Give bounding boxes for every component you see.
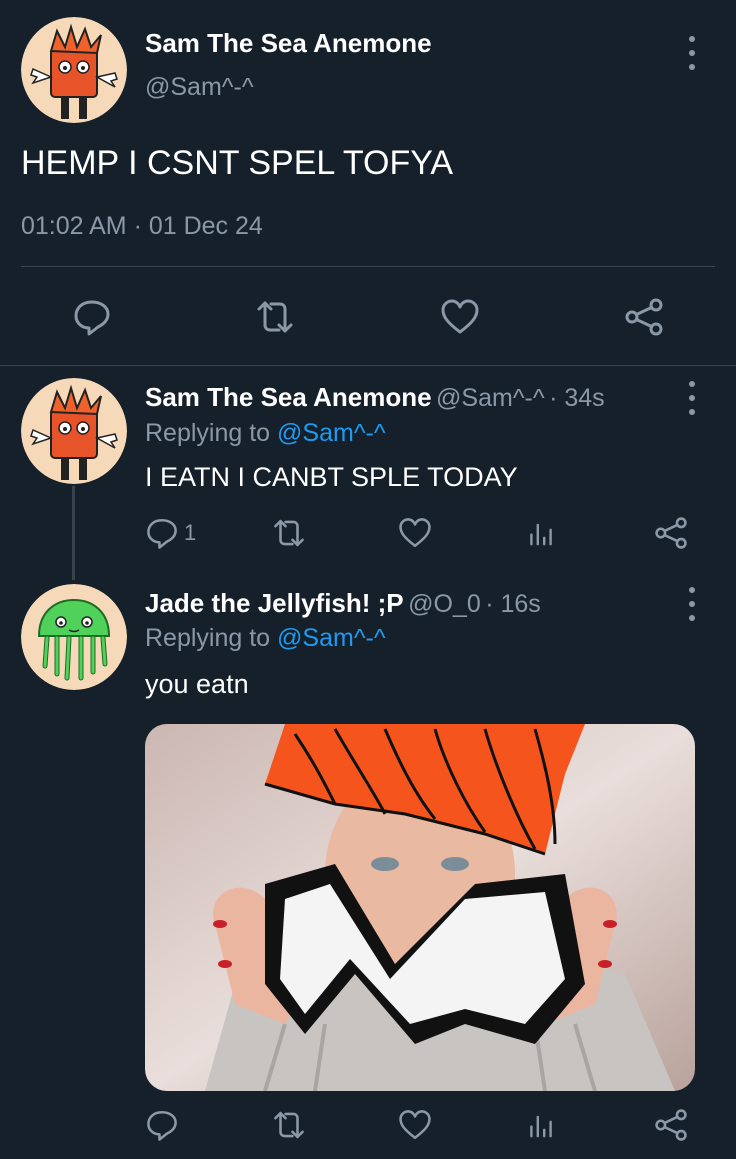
avatar-sam[interactable] — [21, 378, 127, 484]
replying-to-label: Replying to — [145, 419, 271, 447]
more-options-icon[interactable] — [682, 36, 702, 70]
divider — [0, 365, 736, 366]
main-tweet-text: HEMP I CSNT SPEL TOFYA — [21, 144, 454, 182]
reply-2-time[interactable]: · 16s — [485, 590, 541, 618]
main-handle[interactable]: @Sam^-^ — [145, 73, 254, 102]
divider — [21, 266, 715, 267]
reply-1-replying-to: Replying to @Sam^-^ — [145, 419, 386, 448]
retweet-icon[interactable] — [272, 1108, 306, 1142]
reply-1-time[interactable]: · 34s — [549, 384, 605, 412]
reply-icon[interactable] — [145, 1108, 179, 1142]
reply-1-header: Sam The Sea Anemone @Sam^-^ · 34s — [145, 382, 605, 413]
reply-2-replying-to: Replying to @Sam^-^ — [145, 624, 386, 653]
reply-1-handle[interactable]: @Sam^-^ — [436, 384, 545, 412]
reply-2-handle[interactable]: @O_0 — [408, 590, 481, 618]
retweet-icon[interactable] — [272, 516, 306, 550]
tweet-media-image[interactable] — [145, 724, 695, 1091]
reply-2-text: you eatn — [145, 669, 249, 699]
share-icon[interactable] — [624, 297, 664, 337]
reply-1-display-name[interactable]: Sam The Sea Anemone — [145, 382, 432, 412]
reply-count: 1 — [184, 520, 197, 545]
avatar-sam[interactable] — [21, 17, 127, 123]
replying-to-label: Replying to — [145, 624, 271, 652]
reply-1-text: I EATN I CANBT SPLE TODAY — [145, 462, 518, 492]
thread-line — [72, 486, 75, 580]
reply-icon[interactable] — [72, 297, 112, 337]
replying-to-handle-link[interactable]: @Sam^-^ — [277, 419, 386, 447]
reply-2-display-name[interactable]: Jade the Jellyfish! ;P — [145, 588, 404, 618]
main-display-name[interactable]: Sam The Sea Anemone — [145, 28, 432, 59]
analytics-icon[interactable] — [525, 1108, 557, 1142]
main-timestamp[interactable]: 01:02 AM · 01 Dec 24 — [21, 212, 263, 241]
more-options-icon[interactable] — [682, 381, 702, 415]
replying-to-handle-link[interactable]: @Sam^-^ — [277, 624, 386, 652]
reply-2-header: Jade the Jellyfish! ;P @O_0 · 16s — [145, 588, 541, 619]
avatar-jade[interactable] — [21, 584, 127, 690]
more-options-icon[interactable] — [682, 587, 702, 621]
reply-icon[interactable] — [145, 516, 179, 550]
retweet-icon[interactable] — [255, 297, 295, 337]
like-icon[interactable] — [440, 297, 480, 337]
like-icon[interactable] — [398, 516, 432, 550]
analytics-icon[interactable] — [525, 516, 557, 550]
like-icon[interactable] — [398, 1108, 432, 1142]
share-icon[interactable] — [654, 516, 688, 550]
share-icon[interactable] — [654, 1108, 688, 1142]
